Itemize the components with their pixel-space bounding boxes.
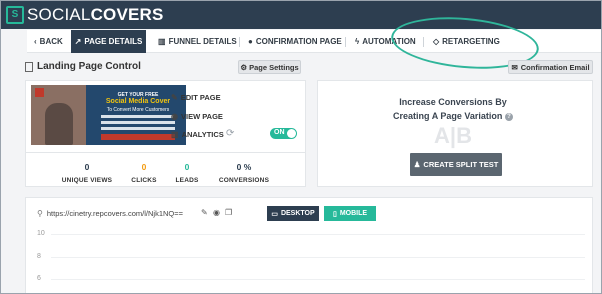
confirmation-email-button[interactable]: ✉ Confirmation Email [508, 60, 593, 74]
page-settings-button[interactable]: ⚙ Page Settings [238, 60, 301, 74]
y-tick-label: 10 [37, 230, 45, 237]
stats-divider [25, 152, 306, 153]
copy-icon[interactable]: ❐ [225, 208, 232, 217]
bar-chart-icon: ▥ [171, 130, 179, 139]
page-icon [25, 61, 33, 72]
y-tick-label: 8 [37, 253, 41, 260]
grid-line [51, 234, 585, 235]
stat-label: CONVERSIONS [218, 177, 270, 184]
grid-line [51, 257, 585, 258]
envelope-icon: ✉ [511, 62, 518, 72]
thumbnail-input-line [101, 115, 175, 118]
grid-line [51, 279, 585, 280]
circle-icon: ● [248, 37, 253, 46]
thumbnail-subtitle: To Convert More Customers [106, 107, 170, 113]
ab-logo-text: A|B [434, 123, 472, 148]
edit-icon: ✎ [171, 93, 178, 102]
logo-badge-icon: S [6, 6, 24, 24]
phone-icon: ▯ [332, 210, 337, 218]
user-icon: ♟ [413, 160, 421, 169]
page-thumbnail[interactable]: GET YOUR FREE Social Media Cover To Conv… [31, 85, 186, 145]
tab-divider [345, 37, 346, 47]
page-url[interactable]: ⚲ https://cinetry.repcovers.com/l/Njk1NQ… [37, 209, 183, 218]
line-chart-icon: ↗ [74, 37, 82, 46]
eye-icon[interactable]: ◉ [213, 208, 220, 217]
thumbnail-badge [35, 88, 44, 97]
top-brand-bar: S SOCIALCOVERS [1, 1, 601, 29]
thumbnail-input-line [101, 121, 175, 124]
bolt-icon: ϟ [355, 37, 360, 46]
analytics-link[interactable]: ▥ ANALYTICS [171, 130, 224, 139]
page-status-toggle[interactable]: ON [270, 128, 297, 139]
thumbnail-person [45, 103, 73, 145]
split-test-heading: Increase Conversions By Creating A Page … [317, 95, 589, 123]
logo[interactable]: S SOCIALCOVERS [6, 5, 164, 25]
link-icon: ⚲ [37, 209, 43, 218]
stat-conversions: 0 % CONVERSIONS [209, 162, 279, 184]
app-window: S SOCIALCOVERS ‹ BACK ↗ PAGE DETAILS ▥ F… [0, 0, 602, 294]
edit-url-icon[interactable]: ✎ [201, 208, 208, 217]
desktop-preview-button[interactable]: ▭ DESKTOP [267, 206, 319, 221]
create-split-test-button[interactable]: ♟ CREATE SPLIT TEST [410, 153, 502, 176]
stat-value: 0 % [236, 162, 252, 172]
bar-chart-icon: ▥ [158, 37, 166, 46]
refresh-icon[interactable]: ⟳ [226, 128, 234, 139]
edit-page-link[interactable]: ✎ EDIT PAGE [171, 93, 221, 102]
chevron-left-icon: ‹ [34, 37, 37, 46]
back-button[interactable]: ‹ BACK [34, 30, 63, 53]
monitor-icon: ▭ [271, 210, 278, 218]
thumbnail-title: Social Media Cover [105, 98, 171, 105]
panel-title: Landing Page Control [25, 61, 141, 72]
mobile-preview-button[interactable]: ▯ MOBILE [324, 206, 376, 221]
tab-funnel-details[interactable]: ▥ FUNNEL DETAILS [158, 30, 237, 53]
eye-icon: ◉ [171, 112, 178, 121]
thumbnail-cta [101, 134, 175, 140]
gear-icon: ⚙ [240, 62, 248, 72]
toggle-knob [287, 129, 296, 138]
logo-text: SOCIALCOVERS [27, 5, 164, 24]
tab-divider [239, 37, 240, 47]
y-tick-label: 6 [37, 275, 41, 282]
tab-page-details[interactable]: ↗ PAGE DETAILS [71, 30, 146, 53]
view-page-link[interactable]: ◉ VIEW PAGE [171, 112, 223, 121]
thumbnail-input-line [101, 127, 175, 130]
help-icon[interactable]: ? [504, 112, 513, 121]
tab-confirmation-page[interactable]: ● CONFIRMATION PAGE [248, 30, 342, 53]
